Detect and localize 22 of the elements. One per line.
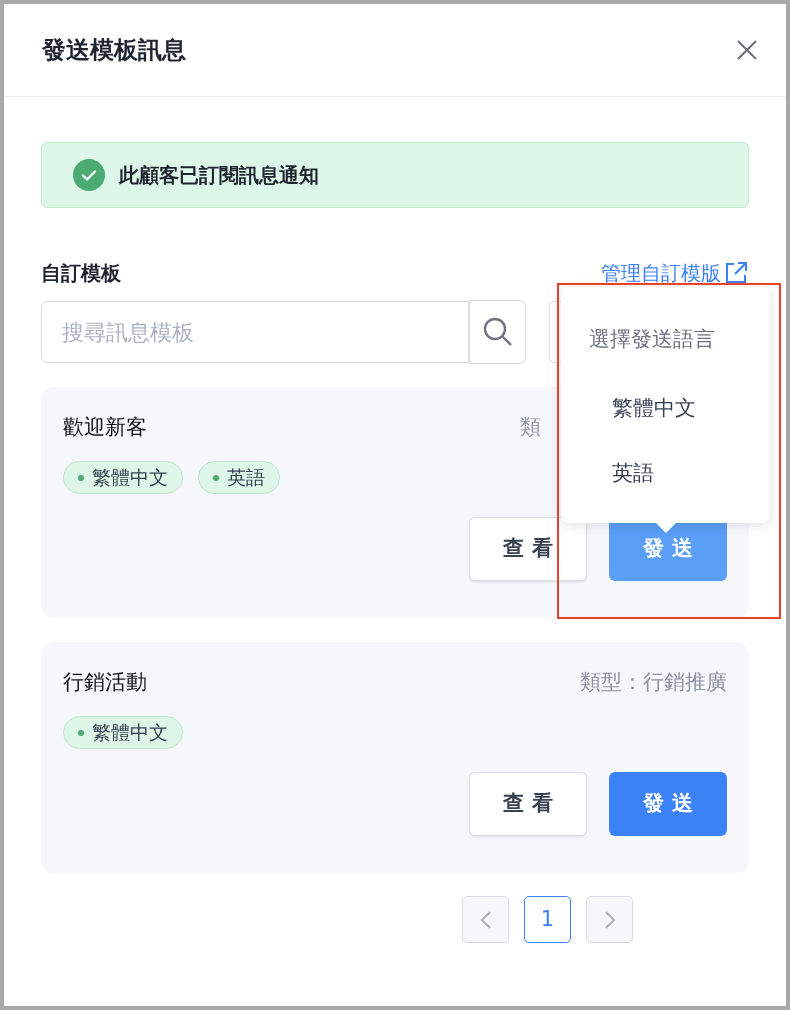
template-name: 行銷活動 <box>63 669 147 697</box>
section-title: 自訂模板 <box>41 260 121 287</box>
alert-text: 此顧客已訂閱訊息通知 <box>119 162 319 189</box>
send-button[interactable]: 發 送 <box>609 772 727 836</box>
language-tag: 英語 <box>198 461 280 494</box>
template-type: 類 <box>520 414 541 442</box>
search-button[interactable] <box>469 300 526 364</box>
page-button[interactable]: 1 <box>524 896 571 943</box>
popup-title: 選擇發送語言 <box>589 326 715 353</box>
manage-templates-link[interactable]: 管理自訂模版 <box>601 258 749 288</box>
dialog-title: 發送模板訊息 <box>42 35 186 66</box>
view-button[interactable]: 查 看 <box>469 772 587 836</box>
language-tag: 繁體中文 <box>63 461 183 494</box>
view-button[interactable]: 查 看 <box>469 517 587 581</box>
check-icon <box>73 159 105 191</box>
external-link-icon <box>723 260 749 286</box>
template-type: 類型：行銷推廣 <box>580 669 727 697</box>
search-field[interactable]: 搜尋訊息模板 <box>41 301 469 363</box>
language-option[interactable]: 英語 <box>612 454 654 494</box>
language-option[interactable]: 繁體中文 <box>612 389 696 429</box>
language-tag: 繁體中文 <box>63 716 183 749</box>
template-name: 歡迎新客 <box>63 414 147 442</box>
